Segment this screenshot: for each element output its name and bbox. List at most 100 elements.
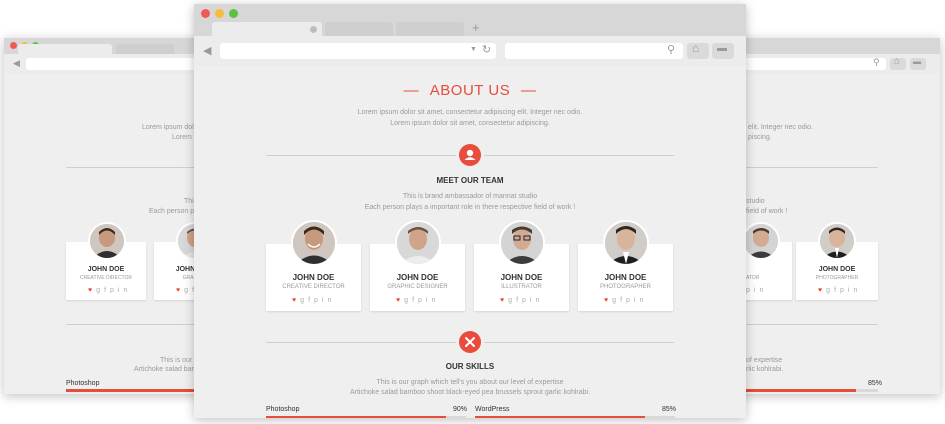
portrait-image (820, 224, 854, 258)
team-card-2[interactable]: JOHN DOE GRAPHIC DESIGNER ♥gfpin (370, 220, 465, 311)
heart-icon[interactable]: ♥ (604, 297, 612, 304)
right-divider-1 (746, 167, 878, 168)
right-skill-bar (730, 389, 878, 392)
member-name: JOHN DOE (87, 266, 125, 273)
heart-icon[interactable]: ♥ (88, 287, 96, 294)
main-window-tab-3[interactable] (396, 22, 464, 36)
heart-icon[interactable]: ♥ (396, 297, 404, 304)
avatar (88, 222, 126, 260)
refresh-icon[interactable]: ↻ (482, 43, 491, 56)
google-plus-icon[interactable]: g (184, 287, 192, 294)
right-search-bar[interactable] (730, 58, 886, 70)
right-skill-value: 85% (868, 380, 883, 387)
left-window-tab-active[interactable] (18, 44, 112, 54)
heart-icon[interactable]: ♥ (818, 287, 826, 294)
pinterest-icon[interactable]: p (840, 287, 848, 294)
search-bar[interactable]: ⚲ (505, 43, 683, 59)
social-icons: ♥gfpin (604, 297, 647, 304)
team-card-4[interactable]: JOHN DOE PHOTOGRAPHER ♥gfpin (578, 220, 673, 311)
right-team-text-1: studio (746, 198, 765, 205)
skill-value-wordpress: 85% (662, 406, 677, 413)
social-icons: ♥gfpin (818, 287, 861, 294)
heading-dash-right: — (520, 82, 537, 99)
google-plus-icon[interactable]: g (826, 287, 834, 294)
portrait-image (744, 224, 778, 258)
close-dot[interactable] (201, 9, 210, 18)
heart-icon[interactable]: ♥ (292, 297, 300, 304)
linkedin-icon[interactable]: in (118, 287, 131, 294)
team-section-icon (459, 144, 481, 166)
team-divider-left (266, 155, 456, 156)
portrait-image (293, 222, 335, 264)
linkedin-icon[interactable]: in (754, 287, 767, 294)
team-heading: MEET OUR TEAM (436, 176, 504, 185)
pinterest-icon[interactable]: p (522, 297, 530, 304)
pinterest-icon[interactable]: p (626, 297, 634, 304)
skills-section-icon (459, 331, 481, 353)
google-plus-icon[interactable]: g (96, 287, 104, 294)
search-icon[interactable]: ⚲ (667, 43, 675, 56)
avatar (818, 222, 856, 260)
skill-label-wordpress: WordPress (475, 406, 510, 413)
member-name: JOHN DOE (818, 266, 856, 273)
member-name: JOHN DOE (396, 273, 439, 282)
google-plus-icon[interactable]: g (508, 297, 516, 304)
chevron-down-icon[interactable]: ▼ (470, 46, 477, 53)
search-icon[interactable]: ⚲ (873, 57, 880, 68)
heart-icon[interactable]: ♥ (176, 287, 184, 294)
skill-bar-wordpress (475, 416, 675, 418)
skills-text-2: Artichoke salad bamboo shoot black-eyed … (349, 389, 591, 396)
linkedin-icon[interactable]: in (530, 297, 543, 304)
skills-divider-left (266, 342, 456, 343)
right-about-text-2: piscing. (748, 134, 772, 141)
user-icon (464, 149, 476, 160)
minimize-dot[interactable] (215, 9, 224, 18)
skill-bar-fill-photoshop (266, 416, 446, 418)
google-plus-icon[interactable]: g (404, 297, 412, 304)
main-window-tab-2[interactable] (325, 22, 393, 36)
zoom-dot[interactable] (229, 9, 238, 18)
google-plus-icon[interactable]: g (300, 297, 308, 304)
team-card-1[interactable]: JOHN DOE CREATIVE DIRECTOR ♥gfpin (266, 220, 361, 311)
social-icons: ♥gfpin (88, 287, 131, 294)
skill-value-photoshop: 90% (453, 406, 468, 413)
left-team-card-1[interactable]: JOHN DOE CREATIVE DIRECTOR ♥gfpin (66, 222, 146, 300)
member-role: PHOTOGRAPHER (600, 284, 651, 290)
home-icon: ⌂ (894, 56, 901, 67)
linkedin-icon[interactable]: in (848, 287, 861, 294)
linkedin-icon[interactable]: in (634, 297, 647, 304)
right-divider-2 (746, 324, 878, 325)
right-team-text-2: field of work ! (746, 208, 788, 215)
main-window-tab-active[interactable] (212, 22, 322, 36)
tools-icon (465, 337, 475, 347)
team-card-3[interactable]: JOHN DOE ILLUSTRATOR ♥gfpin (474, 220, 569, 311)
tab-close-icon[interactable] (310, 26, 317, 33)
pinterest-icon[interactable]: p (314, 297, 322, 304)
portrait-image (605, 222, 647, 264)
right-skills-text-1: of expertise (746, 357, 783, 364)
linkedin-icon[interactable]: in (426, 297, 439, 304)
back-arrow-icon[interactable]: ◀ (13, 58, 20, 69)
right-skills-text-2: rlic kohlrabi. (746, 366, 784, 373)
main-window-titlebar: + (194, 4, 746, 36)
back-arrow-icon[interactable]: ◀ (203, 44, 211, 57)
team-text-1: This is brand ambassador of mannat studi… (402, 193, 538, 200)
skill-label-photoshop: Photoshop (266, 406, 300, 413)
pinterest-icon[interactable]: p (746, 287, 754, 294)
close-dot[interactable] (10, 42, 17, 49)
right-team-card-2[interactable]: JOHN DOE PHOTOGRAPHER ♥gfpin (796, 222, 878, 300)
new-tab-icon[interactable]: + (472, 20, 480, 35)
member-role: CREATIVE DIRECTOR (79, 275, 133, 281)
left-window-tab[interactable] (116, 44, 174, 54)
heart-icon[interactable]: ♥ (500, 297, 508, 304)
google-plus-icon[interactable]: g (612, 297, 620, 304)
about-heading: — ABOUT US — (194, 82, 746, 99)
address-bar[interactable]: ▼ ↻ (220, 43, 496, 59)
pinterest-icon[interactable]: p (110, 287, 118, 294)
portrait-image (90, 224, 124, 258)
pinterest-icon[interactable]: p (418, 297, 426, 304)
home-icon: ⌂ (692, 41, 700, 55)
member-name: JOHN DOE (292, 273, 335, 282)
right-about-text-1: elit. Integer nec odio. (748, 124, 813, 131)
linkedin-icon[interactable]: in (322, 297, 335, 304)
